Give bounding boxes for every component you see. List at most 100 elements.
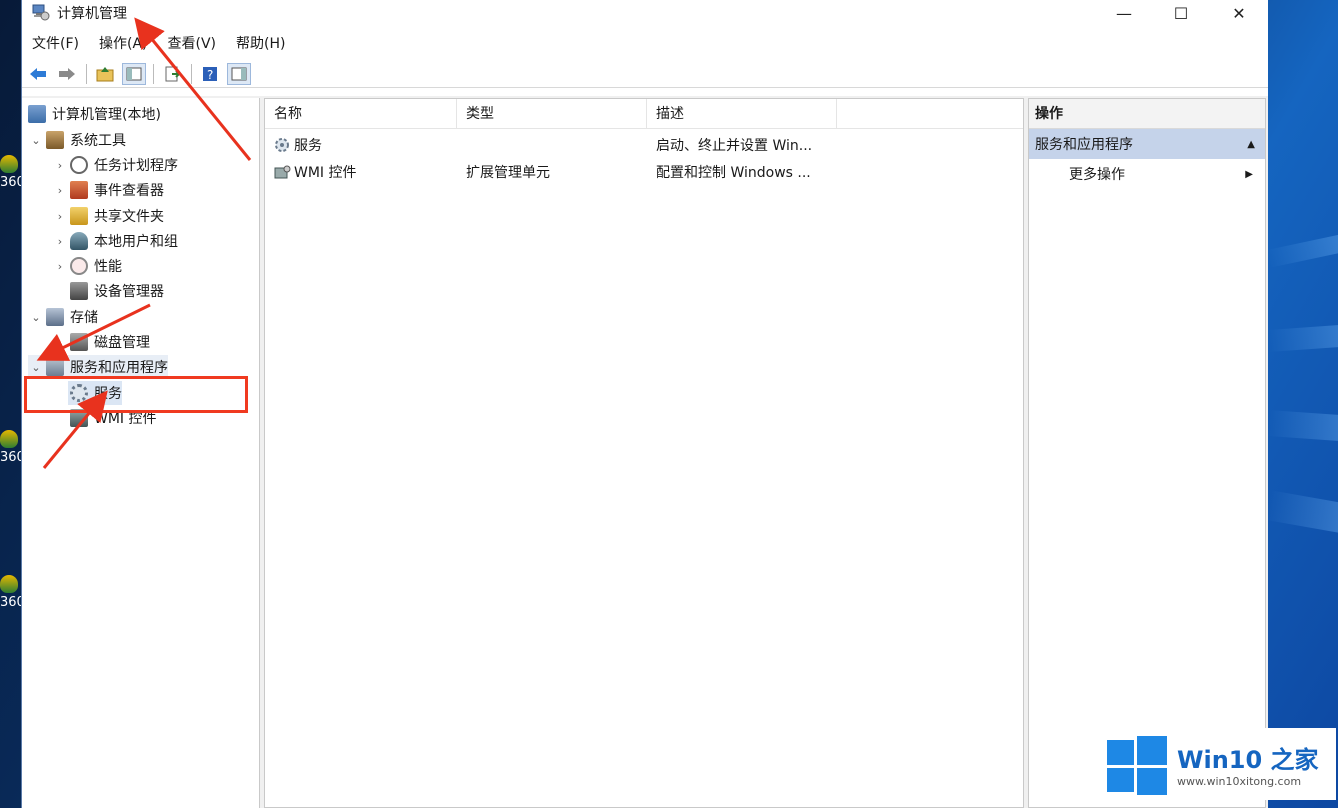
tree-label: 本地用户和组	[94, 234, 178, 250]
tree-item-root[interactable]: 计算机管理(本地)	[26, 102, 161, 126]
watermark: Win10 之家 www.win10xitong.com	[1100, 728, 1336, 800]
minimize-button[interactable]: —	[1095, 0, 1153, 26]
tree-item-task-scheduler[interactable]: › 任务计划程序	[52, 153, 178, 177]
wmi-name: WMI 控件	[294, 164, 357, 181]
desktop-icon-360[interactable]: 360	[0, 575, 25, 610]
list-row-wmi[interactable]: WMI 控件 扩展管理单元 配置和控制 Windows ...	[265, 158, 1023, 185]
tree-label: 性能	[94, 259, 122, 275]
panes-area: 计算机管理(本地) ⌄ 系统工具 › 任务计划程序 › 事件查看器 › 共享文件…	[22, 96, 1268, 808]
cell-name: WMI 控件	[265, 162, 457, 182]
window-title: 计算机管理	[57, 6, 127, 22]
users-icon	[70, 232, 88, 250]
cell-description: 启动、终止并设置 Win...	[656, 137, 813, 154]
maximize-button[interactable]: ☐	[1152, 0, 1210, 26]
actions-title: 操作	[1029, 99, 1265, 129]
tree-label: 设备管理器	[94, 284, 164, 300]
cell-description: 配置和控制 Windows ...	[656, 164, 811, 181]
toolbar-separator	[86, 63, 87, 84]
watermark-url: www.win10xitong.com	[1177, 775, 1302, 788]
computer-management-window: 计算机管理 — ☐ ✕ 文件(F) 操作(A) 查看(V) 帮助(H) ? 计算…	[21, 0, 1268, 808]
device-manager-icon	[70, 282, 88, 300]
tree-label: 任务计划程序	[94, 158, 178, 174]
menu-help[interactable]: 帮助(H)	[236, 33, 285, 53]
chevron-right-icon[interactable]: ›	[52, 260, 68, 273]
chevron-right-icon[interactable]: ›	[52, 184, 68, 197]
chevron-right-icon[interactable]: ›	[52, 235, 68, 248]
actions-pane: 操作 服务和应用程序 ▲ 更多操作 ▶	[1028, 98, 1266, 808]
actions-section-header[interactable]: 服务和应用程序 ▲	[1029, 129, 1265, 159]
computer-icon	[28, 105, 46, 123]
export-list-icon[interactable]	[160, 63, 184, 85]
tree-item-system-tools[interactable]: ⌄ 系统工具	[28, 128, 126, 152]
back-arrow-icon[interactable]	[26, 63, 50, 85]
tree-item-disk-management[interactable]: 磁盘管理	[68, 330, 150, 354]
list-header: 名称 类型 描述	[265, 99, 1023, 129]
clock-icon	[70, 156, 88, 174]
watermark-title: Win10 之家	[1177, 746, 1319, 774]
chevron-right-icon[interactable]: ›	[52, 210, 68, 223]
details-list: 名称 类型 描述 服务 启动、终止并设置 Win... WMI 控件 扩展管理单…	[264, 98, 1024, 808]
tree-item-storage[interactable]: ⌄ 存储	[28, 305, 98, 329]
tree-label: 系统工具	[70, 133, 126, 149]
tools-icon	[46, 131, 64, 149]
tree-label: 服务和应用程序	[70, 360, 168, 376]
tree-label: 存储	[70, 310, 98, 326]
light-beam	[1267, 321, 1338, 352]
gear-icon	[274, 137, 291, 154]
help-icon[interactable]: ?	[198, 63, 222, 85]
storage-icon	[46, 308, 64, 326]
menu-action[interactable]: 操作(A)	[99, 33, 148, 53]
wmi-control-icon	[274, 164, 291, 181]
forward-arrow-icon[interactable]	[55, 63, 79, 85]
shared-folder-icon	[70, 207, 88, 225]
chevron-down-icon[interactable]: ⌄	[28, 134, 44, 147]
chevron-right-icon[interactable]: ›	[52, 159, 68, 172]
tree-item-local-users[interactable]: › 本地用户和组	[52, 229, 178, 253]
list-row-services[interactable]: 服务 启动、终止并设置 Win...	[265, 131, 1023, 158]
tree-item-shared-folders[interactable]: › 共享文件夹	[52, 204, 164, 228]
desktop-icon-360[interactable]: 360	[0, 430, 25, 465]
show-hide-tree-icon[interactable]	[122, 62, 146, 85]
section-label: 服务和应用程序	[1035, 137, 1133, 153]
tree-label: 事件查看器	[94, 183, 164, 199]
svg-text:?: ?	[207, 68, 213, 82]
menu-bar: 文件(F) 操作(A) 查看(V) 帮助(H)	[22, 26, 1268, 60]
light-beam	[1265, 490, 1338, 541]
desktop-icon-360[interactable]: 360	[0, 155, 25, 190]
light-beam	[1267, 410, 1338, 445]
more-actions-item[interactable]: 更多操作 ▶	[1029, 159, 1265, 189]
highlight-box-annotation	[24, 376, 248, 413]
column-header-name[interactable]: 名称	[265, 99, 457, 129]
tree-label: 计算机管理(本地)	[52, 107, 161, 123]
tree-item-performance[interactable]: › 性能	[52, 254, 122, 278]
column-header-description[interactable]: 描述	[647, 99, 837, 129]
close-button[interactable]: ✕	[1210, 0, 1268, 26]
light-beam	[1266, 225, 1338, 268]
menu-view[interactable]: 查看(V)	[168, 33, 217, 53]
toolbar-separator	[153, 63, 154, 84]
toolbar: ?	[22, 60, 1268, 88]
title-bar[interactable]: 计算机管理 — ☐ ✕	[22, 0, 1268, 26]
tree-item-event-viewer[interactable]: › 事件查看器	[52, 178, 164, 202]
toolbar-separator	[191, 63, 192, 84]
computer-management-icon	[32, 3, 50, 21]
show-hide-action-pane-icon[interactable]	[227, 62, 251, 85]
services-name: 服务	[294, 137, 322, 154]
tree-item-device-manager[interactable]: 设备管理器	[68, 279, 164, 303]
more-actions-label: 更多操作	[1069, 167, 1125, 183]
collapse-up-icon[interactable]: ▲	[1247, 139, 1255, 150]
performance-gauge-icon	[70, 257, 88, 275]
windows-logo-icon	[1107, 734, 1167, 795]
submenu-arrow-icon: ▶	[1245, 168, 1253, 180]
up-folder-icon[interactable]	[93, 63, 117, 85]
cell-type: 扩展管理单元	[466, 164, 550, 181]
chevron-down-icon[interactable]: ⌄	[28, 311, 44, 324]
menu-file[interactable]: 文件(F)	[32, 33, 79, 53]
cell-name: 服务	[265, 135, 457, 155]
services-apps-icon	[46, 358, 64, 376]
disk-icon	[70, 333, 88, 351]
column-header-type[interactable]: 类型	[457, 99, 647, 129]
event-log-icon	[70, 181, 88, 199]
console-tree: 计算机管理(本地) ⌄ 系统工具 › 任务计划程序 › 事件查看器 › 共享文件…	[22, 98, 260, 808]
chevron-down-icon[interactable]: ⌄	[28, 361, 44, 374]
